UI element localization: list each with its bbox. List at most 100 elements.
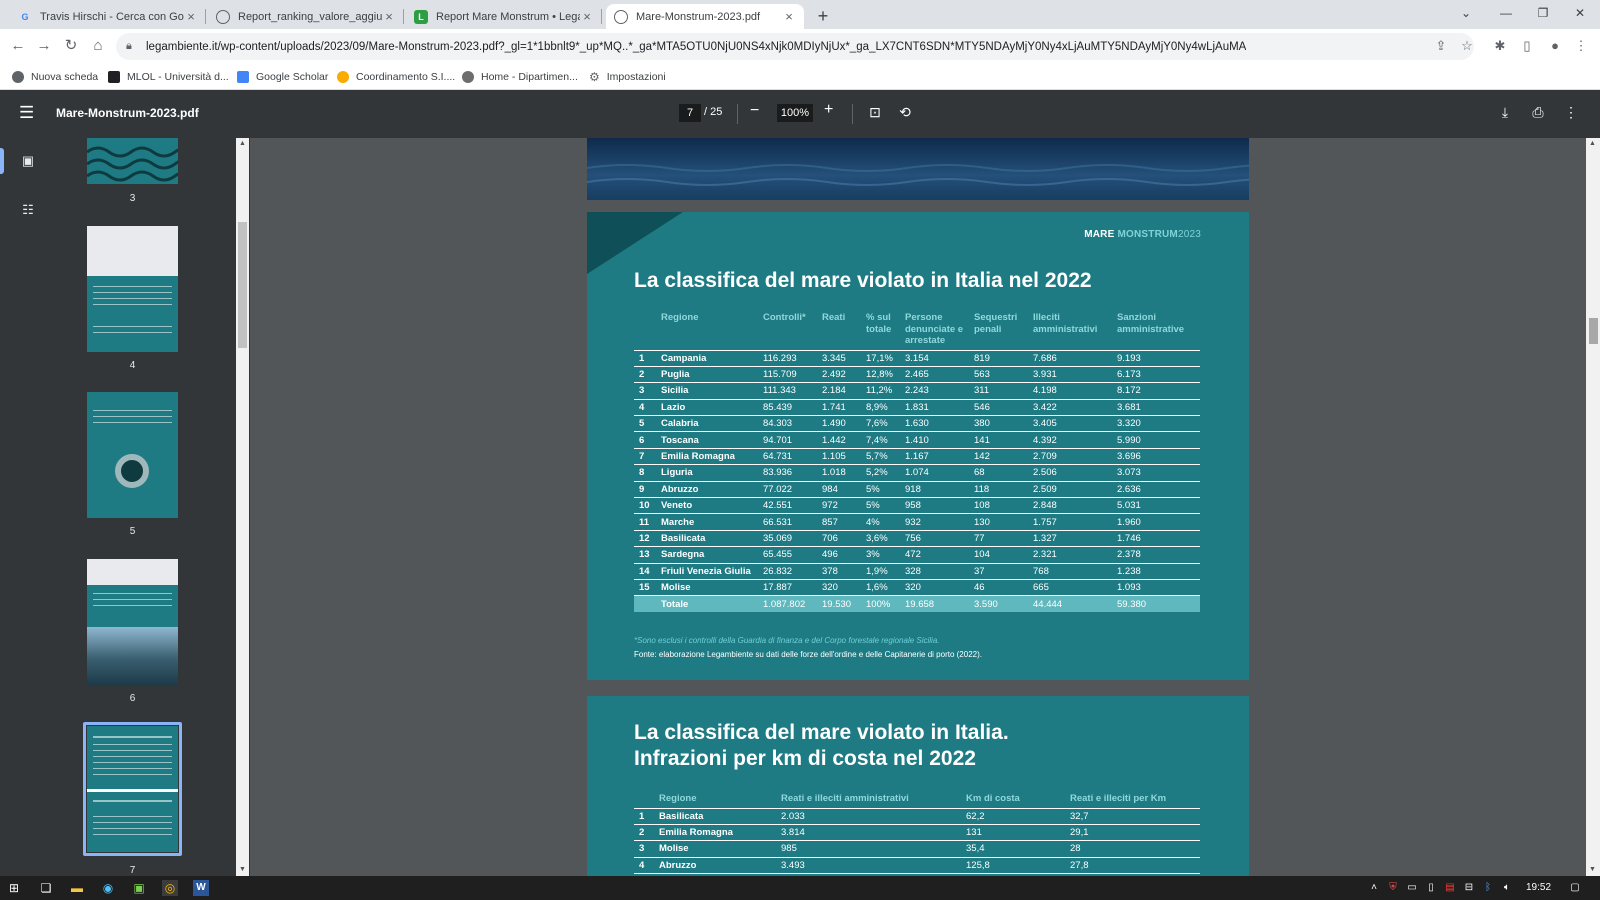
sidebar-scroll-thumb[interactable] <box>238 222 247 348</box>
table-row: 7 Emilia Romagna 64.731 1.105 5,7% 1.167 142 2.… <box>634 447 1200 465</box>
col-header-km-costa: Km di costa <box>966 793 1020 804</box>
task-view-icon[interactable]: ❏ <box>38 880 54 896</box>
table-cell: 1.105 <box>822 447 866 465</box>
taskbar-clock[interactable]: 19:52 <box>1526 882 1551 893</box>
windows-start-icon[interactable]: ⊞ <box>6 880 22 896</box>
table-row: 3 Molise 985 35,4 28 <box>634 840 1200 858</box>
zoom-in-icon[interactable]: + <box>824 101 833 119</box>
restore-button[interactable]: ❐ <box>1523 0 1563 26</box>
new-tab-button[interactable]: + <box>812 5 834 27</box>
table-cell: 320 <box>905 578 974 596</box>
more-options-icon[interactable]: ⋮ <box>1562 103 1580 121</box>
table-cell: 1.746 <box>1117 529 1200 547</box>
bookmark-google-scholar[interactable]: Google Scholar <box>237 69 328 85</box>
bookmark-impostazioni[interactable]: ⚙ Impostazioni <box>589 69 666 85</box>
thumbnails-icon[interactable]: ▣ <box>18 151 38 171</box>
minimize-button[interactable]: — <box>1486 0 1526 26</box>
table-cell: 1.960 <box>1117 513 1200 531</box>
zoom-input[interactable]: 100% <box>777 104 813 122</box>
tab-google-search[interactable]: G Travis Hirschi - Cerca con Google × <box>10 4 206 29</box>
tab-mare-monstrum-pdf[interactable]: Mare-Monstrum-2023.pdf × <box>606 4 804 29</box>
profile-icon[interactable]: ● <box>1546 37 1564 55</box>
close-icon[interactable]: × <box>782 9 796 24</box>
pdf-reader-icon[interactable]: ▤ <box>1443 881 1457 895</box>
page-thumbnail[interactable] <box>87 138 178 184</box>
reload-icon[interactable]: ↻ <box>61 36 81 56</box>
word-icon[interactable]: W <box>193 880 209 896</box>
side-panel-icon[interactable]: ▯ <box>1518 37 1536 55</box>
antivirus-icon[interactable]: ⛨ <box>1386 881 1400 895</box>
scroll-down-arrow[interactable]: ▼ <box>239 866 246 873</box>
close-window-button[interactable]: ✕ <box>1560 0 1600 26</box>
download-icon[interactable]: ⤓ <box>1496 103 1514 121</box>
volume-icon[interactable]: 🔈︎ <box>1500 881 1514 895</box>
fit-page-icon[interactable]: ⊡ <box>866 103 884 121</box>
content-scrollbar[interactable]: ▲ ▼ <box>1586 138 1600 876</box>
bookmark-coordinamento[interactable]: Coordinamento S.I.... <box>337 69 455 85</box>
page-thumbnail[interactable] <box>87 392 178 518</box>
tray-chevron-icon[interactable]: ˄ <box>1367 881 1381 895</box>
share-icon[interactable]: ⇪ <box>1432 37 1450 55</box>
tab-search-icon[interactable]: ⌄ <box>1446 0 1486 26</box>
tab-report-mare-monstrum[interactable]: L Report Mare Monstrum • Legami × <box>406 4 602 29</box>
zoom-out-icon[interactable]: − <box>750 102 759 120</box>
page-thumbnail[interactable] <box>87 226 178 352</box>
thumbnail-line <box>93 822 172 823</box>
table-cell: 380 <box>974 415 1033 432</box>
extensions-icon[interactable]: ✱ <box>1491 37 1509 55</box>
thumbnail-divider <box>87 789 178 792</box>
menu-icon[interactable]: ☰ <box>19 104 37 122</box>
close-icon[interactable]: × <box>580 9 594 24</box>
page-number-input[interactable]: 7 <box>679 104 701 122</box>
bookmark-star-icon[interactable]: ☆ <box>1458 37 1476 55</box>
file-explorer-icon[interactable]: ▬ <box>69 880 85 896</box>
chrome-icon[interactable]: ◎ <box>162 880 178 896</box>
table-row: 4 Abruzzo 3.493 125,8 27,8 <box>634 856 1200 874</box>
pdf-content[interactable]: MARE MONSTRUM2023 La classifica del mare… <box>250 138 1586 876</box>
bluetooth-icon[interactable]: ᛒ <box>1481 881 1495 895</box>
table-source: Fonte: elaborazione Legambiente su dati … <box>634 650 982 659</box>
table-cell: 1.238 <box>1117 562 1200 580</box>
scroll-up-arrow[interactable]: ▲ <box>239 140 246 147</box>
table-cell: 2.709 <box>1033 447 1117 465</box>
bookmark-home-dipartimento[interactable]: Home - Dipartimen... <box>462 69 578 85</box>
outline-icon[interactable]: ☷ <box>18 200 38 220</box>
forward-icon[interactable]: → <box>34 36 54 56</box>
table-cell: 972 <box>822 497 866 514</box>
page-thumbnail-current[interactable] <box>87 726 178 852</box>
bookmark-mlol[interactable]: MLOL - Università d... <box>108 69 229 85</box>
content-scroll-thumb[interactable] <box>1589 318 1598 344</box>
table-cell: 9.193 <box>1117 349 1200 367</box>
bookmark-nuova-scheda[interactable]: Nuova scheda <box>12 69 98 85</box>
scroll-down-arrow[interactable]: ▼ <box>1589 866 1596 873</box>
tab-report-ranking[interactable]: Report_ranking_valore_aggiunto_ × <box>208 4 404 29</box>
brand-logo: MARE MONSTRUM2023 <box>1084 229 1201 240</box>
table-cell: 2.465 <box>905 365 974 383</box>
usb-icon[interactable]: ⊟ <box>1462 881 1476 895</box>
table-cell: 1.490 <box>822 415 866 432</box>
table-cell: 3.814 <box>781 823 966 841</box>
table-cell: 115.709 <box>763 365 822 383</box>
network-icon[interactable]: ▭ <box>1405 881 1419 895</box>
print-icon[interactable]: ⎙ <box>1529 103 1547 121</box>
browser-menu-icon[interactable]: ⋮ <box>1572 37 1590 55</box>
cell-rank: 6 <box>634 431 661 449</box>
scroll-up-arrow[interactable]: ▲ <box>1589 140 1596 147</box>
app-icon[interactable]: ▣ <box>131 880 147 896</box>
edge-icon[interactable]: ◉ <box>100 880 116 896</box>
back-icon[interactable]: ← <box>8 36 28 56</box>
thumbnail-sidebar: ▣ ☷ 3 4 5 6 7 ▲ ▼ <box>0 138 250 876</box>
lock-icon[interactable]: 🔒︎ <box>126 40 138 53</box>
table-cell: 28 <box>1070 840 1200 858</box>
brand-word-monstrum: MONSTRUM <box>1117 229 1178 240</box>
close-icon[interactable]: × <box>184 9 198 24</box>
divider <box>852 104 853 124</box>
battery-icon[interactable]: ▯ <box>1424 881 1438 895</box>
table-cell: 3.931 <box>1033 365 1117 383</box>
notifications-icon[interactable]: ▢ <box>1568 881 1582 895</box>
home-icon[interactable]: ⌂ <box>88 36 108 56</box>
address-bar[interactable]: 🔒︎ legambiente.it/wp-content/uploads/202… <box>116 33 1474 60</box>
close-icon[interactable]: × <box>382 9 396 24</box>
rotate-icon[interactable]: ⟲ <box>896 103 914 121</box>
page-thumbnail[interactable] <box>87 559 178 685</box>
